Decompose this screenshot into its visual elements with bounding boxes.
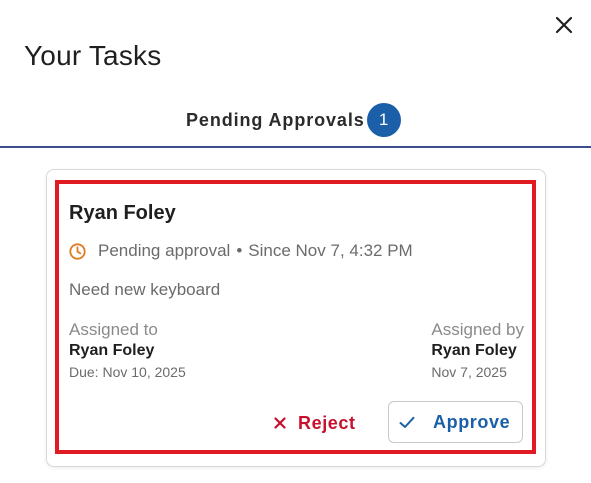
close-icon <box>555 16 573 34</box>
approve-button[interactable]: Approve <box>388 401 523 443</box>
tasks-panel: Your Tasks Pending Approvals 1 Ryan Fole… <box>0 0 591 483</box>
tab-label: Pending Approvals <box>186 109 365 130</box>
status-since: Since Nov 7, 4:32 PM <box>248 241 413 260</box>
assigned-to-block: Assigned to Ryan Foley Due: Nov 10, 2025 <box>69 320 186 382</box>
tab-underline <box>0 146 591 148</box>
status-text: Pending approval <box>98 241 231 260</box>
requester-name: Ryan Foley <box>69 202 176 224</box>
close-button[interactable] <box>553 14 575 36</box>
tab-bar: Pending Approvals 1 <box>0 100 591 148</box>
assigned-by-block: Assigned by Ryan Foley Nov 7, 2025 <box>431 320 524 382</box>
assigned-date: Nov 7, 2025 <box>431 364 507 380</box>
due-date: Due: Nov 10, 2025 <box>69 364 186 380</box>
status-row: Pending approval • Since Nov 7, 4:32 PM <box>69 241 413 261</box>
clock-icon <box>69 242 86 260</box>
reject-label: Reject <box>298 412 356 433</box>
assigned-to-name: Ryan Foley <box>69 342 155 359</box>
task-card-highlight: Ryan Foley Pending approval • Since Nov … <box>55 180 536 454</box>
count-badge: 1 <box>366 103 401 137</box>
approve-label: Approve <box>433 411 511 432</box>
tab-pending-approvals[interactable]: Pending Approvals 1 <box>186 100 401 140</box>
x-icon <box>274 417 286 429</box>
status-separator: • <box>236 241 243 260</box>
assigned-by-name: Ryan Foley <box>431 342 517 359</box>
page-title: Your Tasks <box>24 40 162 71</box>
task-description: Need new keyboard <box>69 280 221 299</box>
assigned-to-caption: Assigned to <box>69 320 158 339</box>
reject-button[interactable]: Reject <box>274 402 356 444</box>
task-card: Ryan Foley Pending approval • Since Nov … <box>46 169 546 467</box>
check-icon <box>399 416 415 429</box>
assigned-by-caption: Assigned by <box>431 320 524 339</box>
